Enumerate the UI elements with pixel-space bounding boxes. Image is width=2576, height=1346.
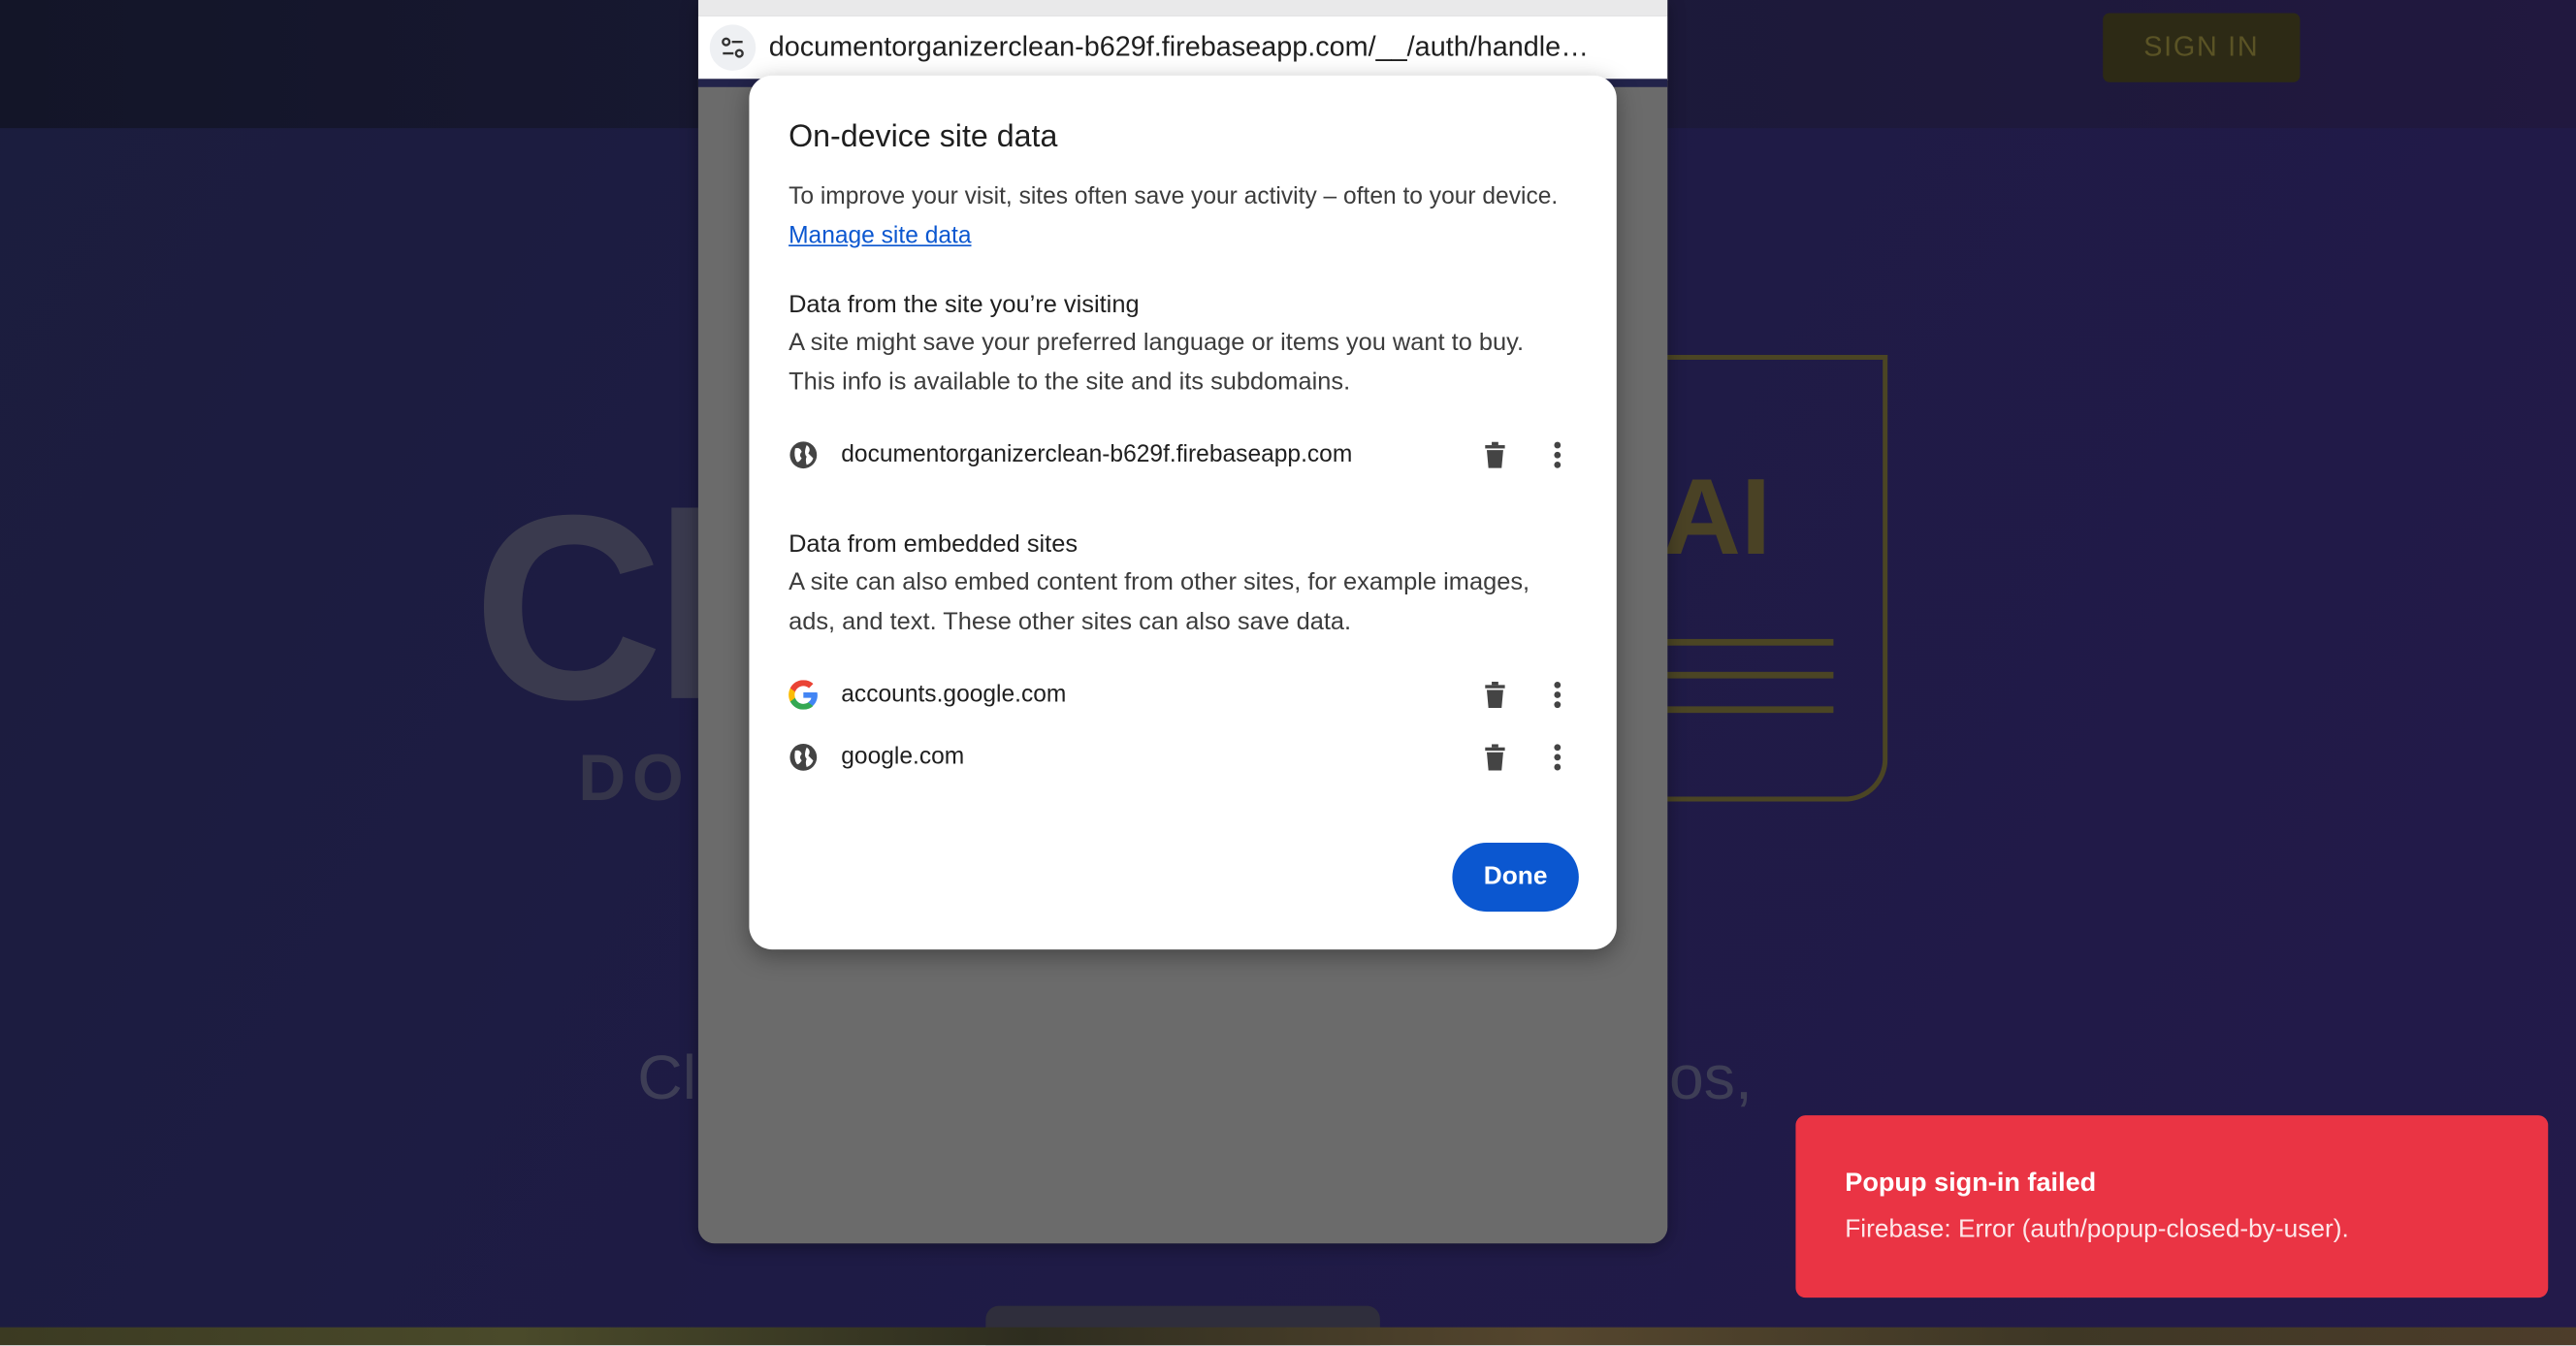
site-name: documentorganizerclean-b629f.firebaseapp…: [841, 441, 1353, 468]
section-body-embedded: A site can also embed content from other…: [789, 568, 1530, 636]
tune-icon[interactable]: [709, 24, 757, 71]
more-vert-icon[interactable]: [1541, 679, 1574, 712]
hero-logo-subtitle: DO: [578, 742, 691, 816]
document-line: [1658, 671, 1834, 679]
manage-site-data-link[interactable]: Manage site data: [789, 223, 971, 249]
toast-message: Firebase: Error (auth/popup-closed-by-us…: [1845, 1215, 2349, 1244]
document-line: [1658, 638, 1834, 646]
site-row: google.com: [789, 738, 1577, 778]
google-g-icon: [789, 680, 818, 710]
site-name: accounts.google.com: [841, 681, 1067, 709]
dialog-title: On-device site data: [789, 119, 1058, 155]
url-text[interactable]: documentorganizerclean-b629f.firebaseapp…: [769, 31, 1589, 64]
trash-icon[interactable]: [1479, 438, 1512, 471]
sign-in-button[interactable]: SIGN IN: [2103, 13, 2301, 82]
site-name: google.com: [841, 744, 965, 771]
globe-icon: [789, 743, 818, 772]
ai-badge: AI: [1662, 455, 1772, 577]
tagline-left: Cl: [637, 1044, 697, 1114]
section-heading-embedded: Data from embedded sites: [789, 530, 1079, 559]
toast-title: Popup sign-in failed: [1845, 1170, 2097, 1198]
trash-icon[interactable]: [1479, 679, 1512, 712]
trash-icon[interactable]: [1479, 741, 1512, 774]
error-toast[interactable]: Popup sign-in failed Firebase: Error (au…: [1795, 1115, 2549, 1298]
dialog-description: To improve your visit, sites often save …: [789, 177, 1561, 256]
site-row: accounts.google.com: [789, 675, 1577, 715]
description-text: To improve your visit, sites often save …: [789, 183, 1559, 210]
section-body-visiting: A site might save your preferred languag…: [789, 328, 1525, 397]
globe-icon: [789, 440, 818, 469]
done-button[interactable]: Done: [1452, 842, 1579, 913]
address-bar[interactable]: documentorganizerclean-b629f.firebaseapp…: [697, 16, 1668, 81]
screen: SIGN IN Cl DO AI Cl os, documentorganize…: [0, 0, 2576, 1346]
more-vert-icon[interactable]: [1541, 741, 1574, 774]
background-photo: [0, 1327, 2576, 1346]
document-line: [1658, 706, 1834, 714]
hero-logo-text: Cl: [472, 460, 726, 754]
tagline-right: os,: [1669, 1044, 1753, 1114]
section-heading-visiting: Data from the site you’re visiting: [789, 290, 1140, 319]
site-data-dialog: On-device site data To improve your visi…: [749, 75, 1617, 950]
more-vert-icon[interactable]: [1541, 438, 1574, 471]
popup-titlebar: [697, 0, 1668, 16]
site-row: documentorganizerclean-b629f.firebaseapp…: [789, 435, 1577, 475]
